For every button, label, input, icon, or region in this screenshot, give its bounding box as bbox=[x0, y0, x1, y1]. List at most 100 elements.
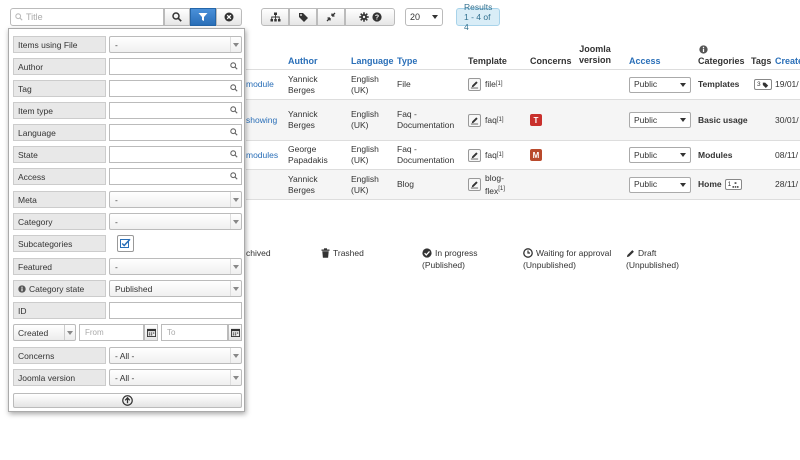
row-title-link[interactable]: showing bbox=[246, 100, 277, 140]
clear-search-button[interactable] bbox=[216, 8, 242, 26]
row-template-sup: [1] bbox=[498, 185, 505, 192]
row-access[interactable]: Public bbox=[629, 70, 691, 99]
close-circle-icon bbox=[224, 12, 234, 22]
row-access[interactable]: Public bbox=[629, 170, 691, 199]
select-value: - All - bbox=[115, 350, 135, 361]
filter-toggle-button[interactable] bbox=[190, 8, 216, 26]
col-language[interactable]: Language bbox=[351, 38, 394, 68]
chevron-down-icon bbox=[230, 348, 241, 363]
edit-icon[interactable] bbox=[468, 148, 481, 162]
row-access-value: Public bbox=[634, 114, 658, 125]
select-value: - bbox=[115, 216, 118, 227]
col-created[interactable]: Create bbox=[775, 38, 800, 68]
col-categories: Categories bbox=[698, 38, 745, 68]
row-access-value: Public bbox=[634, 149, 658, 160]
col-type[interactable]: Type bbox=[397, 38, 417, 68]
filter-state: State bbox=[13, 146, 242, 163]
legend-trashed: Trashed bbox=[321, 247, 364, 259]
search-box[interactable] bbox=[10, 8, 164, 26]
col-tags: Tags bbox=[751, 56, 772, 66]
item-type-input[interactable] bbox=[109, 102, 242, 119]
select-value: - All - bbox=[115, 372, 135, 383]
date-from-input[interactable]: From bbox=[79, 324, 144, 341]
access-input[interactable] bbox=[109, 168, 242, 185]
col-concerns: Concerns bbox=[530, 56, 572, 66]
edit-icon[interactable] bbox=[468, 78, 481, 91]
chevron-down-icon bbox=[64, 325, 75, 340]
id-input[interactable] bbox=[109, 302, 242, 319]
joomla-version-select[interactable]: - All - bbox=[109, 369, 242, 386]
sitemap-icon bbox=[732, 181, 739, 188]
filter-date-range: Created From To bbox=[13, 324, 242, 341]
settings-help-button[interactable]: ? bbox=[345, 8, 395, 26]
row-template-name: file bbox=[485, 79, 496, 89]
meta-select[interactable]: - bbox=[109, 191, 242, 208]
subcategories-checkbox[interactable] bbox=[117, 235, 134, 252]
row-language: English (UK) bbox=[351, 144, 379, 165]
row-title-link[interactable]: modules bbox=[246, 141, 278, 169]
col-access[interactable]: Access bbox=[629, 38, 661, 68]
row-title-link[interactable]: module bbox=[246, 70, 274, 99]
author-input[interactable] bbox=[109, 58, 242, 75]
featured-select[interactable]: - bbox=[109, 258, 242, 275]
select-value: Published bbox=[115, 283, 153, 294]
date-to-input[interactable]: To bbox=[161, 324, 228, 341]
collapse-filters-button[interactable] bbox=[13, 393, 242, 408]
row-access[interactable]: Public bbox=[629, 141, 691, 169]
tags-button[interactable] bbox=[289, 8, 317, 26]
search-input[interactable] bbox=[26, 12, 146, 22]
compress-button[interactable] bbox=[317, 8, 345, 26]
row-author: Yannick Berges bbox=[288, 173, 318, 195]
edit-icon[interactable] bbox=[468, 113, 481, 127]
row-template: blog-flex[1] bbox=[468, 170, 515, 199]
search-button[interactable] bbox=[164, 8, 190, 26]
row-access[interactable]: Public bbox=[629, 100, 691, 140]
language-input[interactable] bbox=[109, 124, 242, 141]
search-icon bbox=[230, 84, 238, 92]
row-language: English (UK) bbox=[351, 173, 379, 195]
tags-badge[interactable]: 3 bbox=[754, 79, 772, 90]
tags-icon bbox=[298, 12, 309, 22]
per-page-select[interactable]: 20 bbox=[405, 8, 443, 26]
help-icon: ? bbox=[371, 12, 382, 22]
select-value: - bbox=[115, 39, 118, 50]
date-to-calendar-button[interactable] bbox=[228, 324, 242, 341]
legend-archived: chived bbox=[246, 247, 271, 259]
state-input[interactable] bbox=[109, 146, 242, 163]
table-row: Yannick Berges English (UK) Blog blog-fl… bbox=[246, 170, 800, 200]
concern-badge[interactable]: T bbox=[530, 114, 542, 126]
subcategory-badge[interactable]: 1 bbox=[724, 179, 743, 190]
legend-waiting-label: Waiting for approval bbox=[536, 248, 612, 258]
chevron-down-icon bbox=[680, 182, 686, 187]
date-from-calendar-button[interactable] bbox=[144, 324, 158, 341]
row-tags[interactable]: 3 bbox=[751, 70, 772, 99]
clock-icon bbox=[523, 248, 533, 258]
category-select[interactable]: - bbox=[109, 213, 242, 230]
filter-label: Category bbox=[13, 213, 106, 230]
col-author[interactable]: Author bbox=[288, 38, 318, 68]
filter-label: Meta bbox=[13, 191, 106, 208]
filter-icon bbox=[198, 12, 208, 22]
legend-trashed-label: Trashed bbox=[333, 248, 364, 258]
row-type: Faq - Documentation bbox=[397, 109, 455, 130]
edit-icon[interactable] bbox=[468, 178, 481, 191]
filter-label: Joomla version bbox=[13, 369, 106, 386]
row-template-name: faq bbox=[485, 114, 497, 125]
legend-draft-label: Draft bbox=[638, 248, 657, 258]
date-field-select[interactable]: Created bbox=[13, 324, 76, 341]
concerns-select[interactable]: - All - bbox=[109, 347, 242, 364]
hierarchy-button[interactable] bbox=[261, 8, 289, 26]
info-icon bbox=[18, 284, 26, 293]
chevron-down-icon bbox=[680, 82, 686, 87]
tag-input[interactable] bbox=[109, 80, 242, 97]
filter-label-text: Category state bbox=[29, 283, 85, 294]
chevron-down-icon bbox=[680, 118, 686, 122]
items-using-file-select[interactable]: - bbox=[109, 36, 242, 53]
row-type: Faq - Documentation bbox=[397, 144, 455, 165]
concern-badge[interactable]: M bbox=[530, 149, 542, 161]
pencil-icon bbox=[626, 249, 635, 258]
filter-items-using-file: Items using File - bbox=[13, 36, 242, 53]
filter-label: State bbox=[13, 146, 106, 163]
chevron-down-icon bbox=[680, 153, 686, 157]
category-state-select[interactable]: Published bbox=[109, 280, 242, 297]
